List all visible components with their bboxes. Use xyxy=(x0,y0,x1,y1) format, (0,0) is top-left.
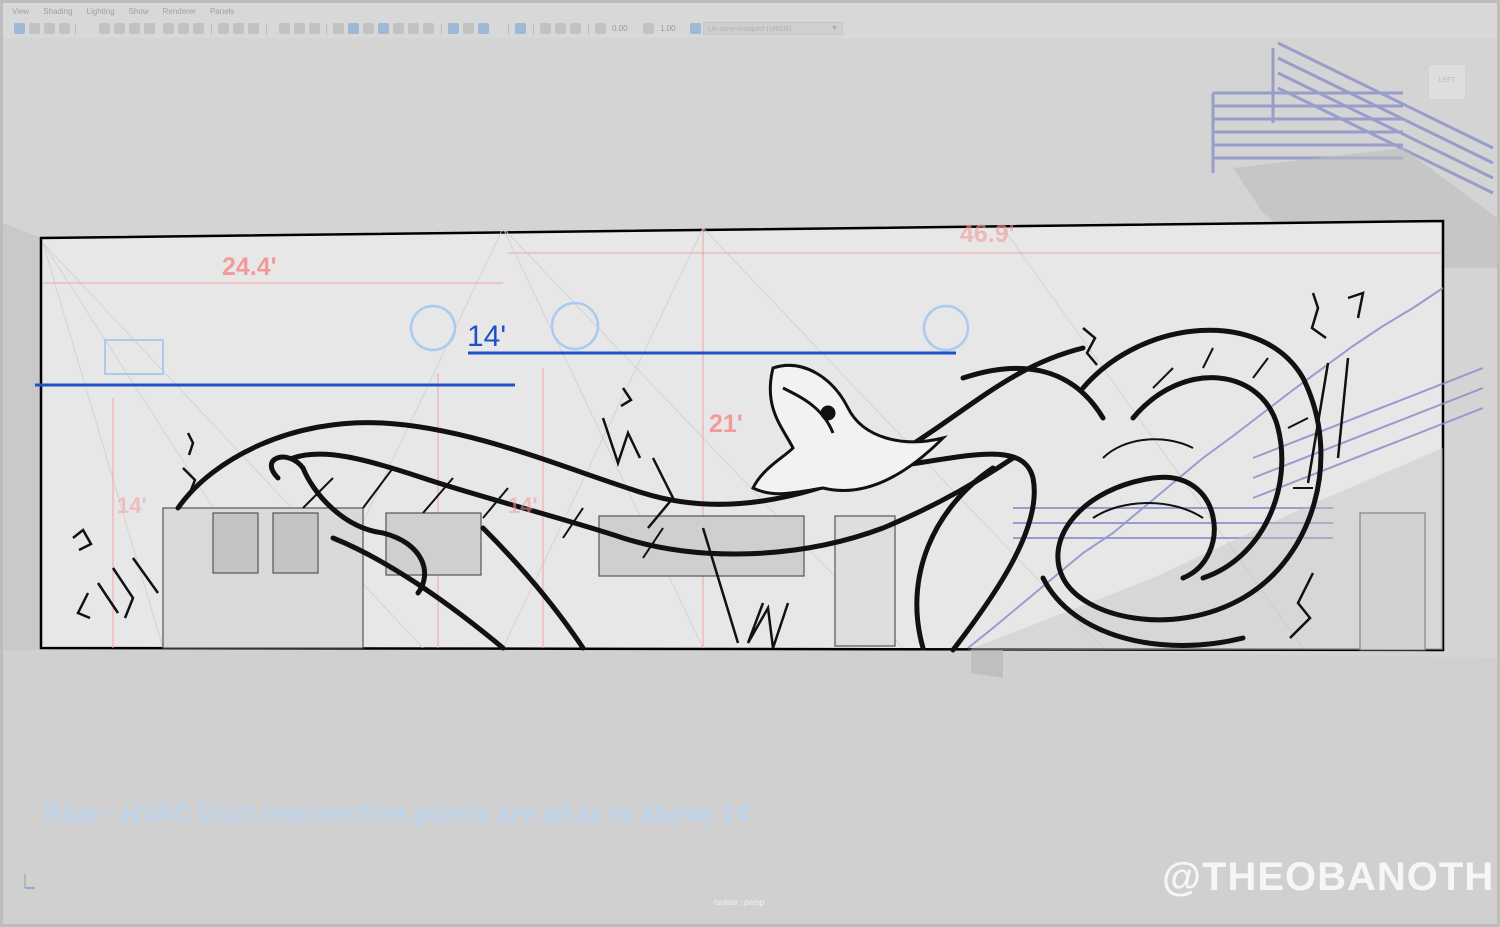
lights-icon[interactable] xyxy=(348,23,359,34)
dimension-height-left: 14' xyxy=(117,493,147,518)
wireframe-on-shaded-icon[interactable] xyxy=(309,23,320,34)
anti-aliasing-icon[interactable] xyxy=(408,23,419,34)
xray-joints-icon[interactable] xyxy=(463,23,474,34)
view-cube-label: LEFT xyxy=(1438,77,1456,84)
film-gate-icon[interactable] xyxy=(99,23,110,34)
menu-renderer[interactable]: Renderer xyxy=(163,7,196,16)
exposure-icon[interactable] xyxy=(595,23,606,34)
panel-menu-bar: View Shading Lighting Show Renderer Pane… xyxy=(3,3,1497,20)
hvac-caption: Blue - HVAC Duct intersection points are… xyxy=(44,800,755,828)
depth-of-field-icon[interactable] xyxy=(423,23,434,34)
menu-show[interactable]: Show xyxy=(129,7,149,16)
dimension-width-right: 46.9' xyxy=(960,220,1015,248)
left-side-wall xyxy=(3,223,41,650)
grid-icon[interactable] xyxy=(218,23,229,34)
color-management-icon[interactable] xyxy=(690,23,701,34)
motion-blur-icon[interactable] xyxy=(393,23,404,34)
safe-title-icon[interactable] xyxy=(178,23,189,34)
smooth-shade-icon[interactable] xyxy=(294,23,305,34)
gamma-value[interactable]: 1.00 xyxy=(660,24,676,33)
multisample-icon[interactable] xyxy=(570,23,581,34)
image-plane-icon[interactable] xyxy=(59,23,70,34)
status-strip xyxy=(3,916,1497,924)
backface-culling-icon[interactable] xyxy=(540,23,551,34)
field-chart-icon[interactable] xyxy=(144,23,155,34)
mural-sketch-canvas xyxy=(3,41,1497,916)
dimension-height-center: 21' xyxy=(709,410,743,438)
artist-watermark: @THEOBANOTH xyxy=(1162,855,1495,899)
axis-indicator-icon xyxy=(24,874,35,889)
hud-icon[interactable] xyxy=(233,23,244,34)
shadows-icon[interactable] xyxy=(363,23,374,34)
view-cube[interactable]: LEFT xyxy=(1428,64,1466,100)
panel-name-label: Isolate : persp xyxy=(714,898,765,907)
gate-mask-icon[interactable] xyxy=(129,23,140,34)
dimension-height-mid: 14' xyxy=(508,493,538,518)
exposure-value[interactable]: 0.00 xyxy=(612,24,628,33)
select-camera-icon[interactable] xyxy=(14,23,25,34)
viewport-persp[interactable]: 24.4' 46.9' 21' 14' 14' 14' LEFT Blue - … xyxy=(3,38,1497,916)
menu-view[interactable]: View xyxy=(12,7,29,16)
gamma-icon[interactable] xyxy=(643,23,654,34)
xray-icon[interactable] xyxy=(248,23,259,34)
ssao-icon[interactable] xyxy=(555,23,566,34)
menu-panels[interactable]: Panels xyxy=(210,7,234,16)
safe-action-icon[interactable] xyxy=(163,23,174,34)
bookmark-icon[interactable] xyxy=(44,23,55,34)
panel-toolbar: 0.00 1.00 Un-tone-mapped (sRGB) ▼ xyxy=(3,20,1497,38)
textured-icon[interactable] xyxy=(333,23,344,34)
color-space-dropdown[interactable]: Un-tone-mapped (sRGB) ▼ xyxy=(703,22,843,35)
hvac-height-label: 14' xyxy=(467,320,507,353)
camera-attributes-icon[interactable] xyxy=(29,23,40,34)
xray-active-icon[interactable] xyxy=(478,23,489,34)
ambient-occlusion-icon[interactable] xyxy=(378,23,389,34)
menu-shading[interactable]: Shading xyxy=(43,7,72,16)
isolate-select-icon[interactable] xyxy=(448,23,459,34)
menu-lighting[interactable]: Lighting xyxy=(87,7,115,16)
grease-pencil-icon[interactable] xyxy=(193,23,204,34)
color-space-value: Un-tone-mapped (sRGB) xyxy=(708,24,792,33)
chevron-down-icon: ▼ xyxy=(831,25,838,32)
dimension-width-left: 24.4' xyxy=(222,253,277,281)
resolution-gate-icon[interactable] xyxy=(114,23,125,34)
two-sided-lighting-icon[interactable] xyxy=(515,23,526,34)
wireframe-icon[interactable] xyxy=(279,23,290,34)
